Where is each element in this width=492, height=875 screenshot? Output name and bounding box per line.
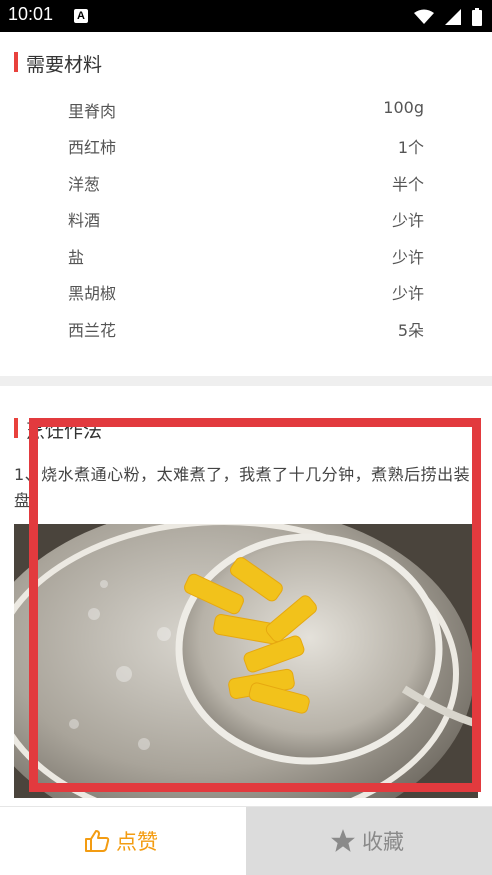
ingredient-row: 西兰花 5朵 [68, 317, 424, 341]
ingredient-amount: 1个 [397, 138, 424, 157]
ingredient-row: 黑胡椒 少许 [68, 280, 424, 304]
section-accent-bar [14, 52, 18, 72]
notification-a-icon: A [74, 9, 88, 23]
favorite-button-content: 收藏 [330, 828, 404, 854]
status-icons [408, 6, 482, 26]
battery-icon [472, 7, 482, 26]
ingredient-name: 西兰花 [68, 321, 117, 340]
favorite-button[interactable]: 收藏 [246, 807, 492, 875]
ingredient-amount: 100g [383, 98, 424, 117]
ingredient-name: 料酒 [68, 211, 101, 230]
status-bar: 10:01 A [0, 0, 492, 32]
section-accent-bar [14, 418, 18, 438]
like-button[interactable]: 点赞 [0, 807, 246, 875]
ingredients-title: 需要材料 [26, 54, 103, 76]
ingredient-row: 洋葱 半个 [68, 171, 424, 195]
bottom-action-bar: 点赞 收藏 [0, 806, 492, 875]
favorite-label: 收藏 [362, 830, 404, 854]
ingredient-name: 盐 [68, 248, 85, 267]
ingredient-name: 黑胡椒 [68, 284, 117, 303]
ingredient-row: 盐 少许 [68, 244, 424, 268]
wifi-icon [413, 9, 434, 24]
ingredient-name: 里脊肉 [68, 102, 117, 121]
status-time: 10:01 [8, 4, 54, 24]
like-label: 点赞 [116, 830, 158, 854]
thumbs-up-icon [85, 830, 110, 852]
ingredient-row: 里脊肉 100g [68, 98, 424, 122]
signal-icon [444, 8, 461, 25]
ingredient-amount: 少许 [391, 248, 424, 267]
ingredient-amount: 半个 [391, 175, 424, 194]
ingredient-amount: 少许 [391, 284, 424, 303]
ingredient-name: 洋葱 [68, 175, 101, 194]
section-divider [0, 376, 492, 386]
ingredient-amount: 少许 [391, 211, 424, 230]
star-icon [331, 829, 355, 852]
ingredient-row: 料酒 少许 [68, 207, 424, 231]
ingredient-row: 西红柿 1个 [68, 134, 424, 158]
like-button-content: 点赞 [84, 828, 158, 854]
highlight-box [29, 418, 481, 792]
ingredient-amount: 5朵 [397, 321, 424, 340]
ingredient-name: 西红柿 [68, 138, 117, 157]
